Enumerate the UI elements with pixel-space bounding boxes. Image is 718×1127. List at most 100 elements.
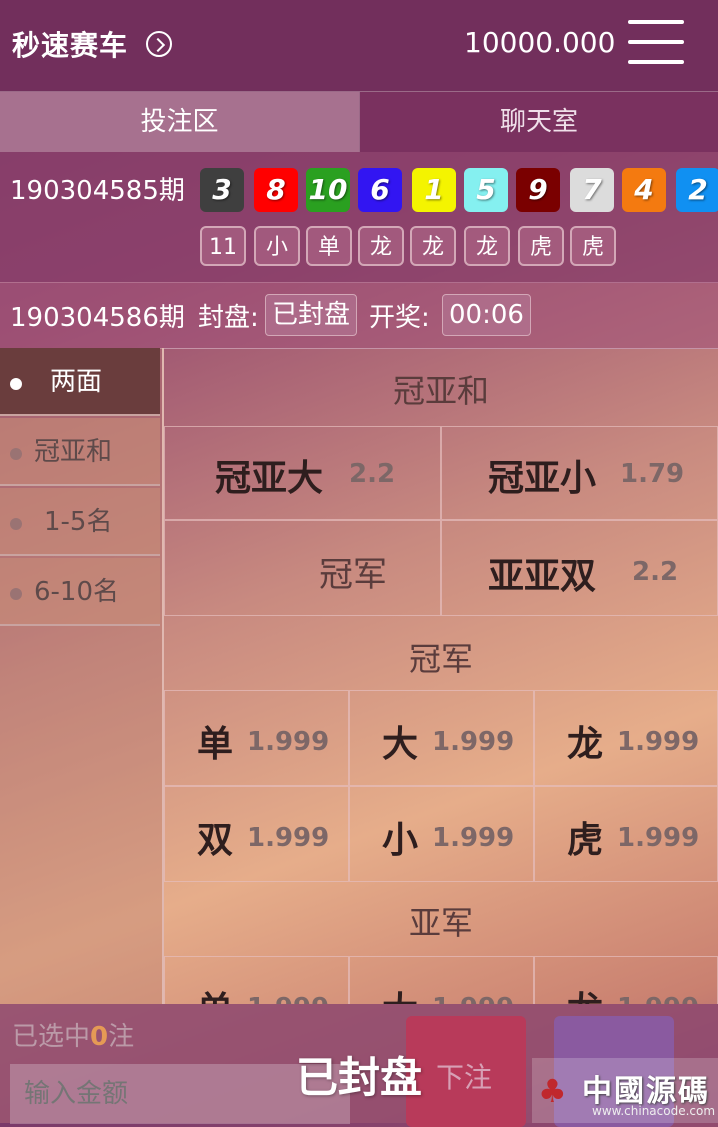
- bet-option-odds: 1.999: [432, 727, 515, 757]
- bet-option[interactable]: 龙 1.999: [534, 690, 718, 786]
- bet-option-label: 龙: [567, 981, 603, 1004]
- app-title: 秒速赛车: [12, 29, 129, 62]
- open-label: 开奖:: [369, 303, 430, 333]
- sidebar-item-rank-6-10[interactable]: 6-10名: [0, 558, 160, 626]
- selected-count: 0: [90, 1022, 109, 1052]
- chevron-right-circle-icon[interactable]: [146, 31, 172, 57]
- bet-option-label: 冠亚大: [215, 458, 324, 499]
- bet-option-label: 小: [382, 820, 419, 861]
- bet-option-odds: 1.79: [620, 459, 685, 489]
- watermark: ♣ 中國源碼 www.chinacode.com: [532, 1058, 718, 1123]
- bet-option-label: 冠军: [319, 555, 387, 595]
- bet-option-label: 大: [382, 724, 419, 765]
- closed-overlay: 已封盘: [296, 1053, 423, 1102]
- bet-option-label: 龙: [567, 724, 604, 765]
- bet-option-label: 单: [197, 724, 234, 765]
- draw-ball: 7: [570, 168, 614, 212]
- seal-status-badge: 已封盘: [265, 294, 358, 336]
- bet-option-odds: 1.999: [432, 823, 515, 853]
- bet-option-odds: 1.999: [617, 823, 700, 853]
- bet-option[interactable]: 冠亚小 1.79: [441, 426, 718, 520]
- seal-label: 封盘:: [198, 303, 259, 333]
- bullet-icon: [10, 448, 22, 460]
- section-title: 冠亚和: [392, 372, 489, 410]
- sidebar-item-two-sides[interactable]: 两面: [0, 348, 160, 416]
- sidebar-item-label: 两面: [50, 367, 103, 397]
- sidebar-item-sum[interactable]: 冠亚和: [0, 418, 160, 486]
- bet-option[interactable]: 冠亚大 2.2: [164, 426, 441, 520]
- bet-option-odds: 1.999: [247, 727, 330, 757]
- result-chip: 龙: [358, 226, 404, 266]
- bullet-icon: [10, 518, 22, 530]
- sidebar-item-label: 6-10名: [34, 577, 120, 607]
- draw-result-chips: 11 小 单 龙 龙 龙 虎 虎: [200, 226, 718, 270]
- bet-option-label: 虎: [567, 820, 604, 861]
- bet-option-odds: 1.999: [617, 993, 699, 1004]
- bet-option-odds: 2.2: [349, 459, 396, 489]
- result-chip: 虎: [570, 226, 616, 266]
- sidebar-item-rank-1-5[interactable]: 1-5名: [0, 488, 160, 556]
- result-chip: 小: [254, 226, 300, 266]
- draw-balls: 3 8 10 6 1 5 9 7 4 2: [200, 168, 718, 214]
- bet-option-label: 单: [197, 981, 233, 1004]
- sidebar-item-label: 冠亚和: [34, 437, 113, 467]
- bet-option[interactable]: 亚亚双 2.2: [441, 520, 718, 616]
- bet-option-label: 冠亚小: [488, 458, 597, 499]
- draw-ball: 9: [516, 168, 560, 212]
- bet-option[interactable]: 大 1.999: [349, 956, 534, 1004]
- place-bet-label: 下注: [436, 1061, 493, 1094]
- draw-ball: 2: [676, 168, 718, 212]
- result-chip: 龙: [410, 226, 456, 266]
- last-draw-period: 190304585期: [10, 176, 185, 206]
- result-chip: 单: [306, 226, 352, 266]
- bet-option[interactable]: 单 1.999: [164, 956, 349, 1004]
- bullet-icon: [10, 378, 22, 390]
- watermark-url: www.chinacode.com: [592, 1104, 716, 1118]
- result-chip: 虎: [518, 226, 564, 266]
- play-type-sidebar: 两面 冠亚和 1-5名 6-10名: [0, 348, 164, 1004]
- tab-betting[interactable]: 投注区: [0, 92, 359, 152]
- bet-option[interactable]: 单 1.999: [164, 690, 349, 786]
- main-tabs: 投注区 聊天室: [0, 92, 718, 152]
- tab-chatroom[interactable]: 聊天室: [359, 92, 718, 152]
- section-title: 亚军: [408, 904, 473, 942]
- bet-option-odds: 1.999: [247, 823, 330, 853]
- sidebar-item-label: 1-5名: [44, 507, 113, 537]
- draw-ball: 4: [622, 168, 666, 212]
- account-balance: 10000.000: [464, 26, 616, 59]
- last-draw-result: 190304585期 3 8 10 6 1 5 9 7 4 2 11 小 单 龙…: [0, 152, 718, 283]
- countdown-timer: 00:06: [442, 294, 531, 336]
- bet-option-odds: 1.999: [617, 727, 700, 757]
- section-title: 冠军: [408, 640, 473, 678]
- selected-count-text: 已选中0注: [12, 1016, 134, 1053]
- next-draw-bar: 190304586期 封盘: 已封盘 开奖: 00:06: [0, 282, 718, 349]
- draw-ball: 3: [200, 168, 244, 212]
- bet-option[interactable]: 大 1.999: [349, 690, 534, 786]
- logo-icon: ♣: [538, 1072, 567, 1110]
- bullet-icon: [10, 588, 22, 600]
- bet-option-label: 大: [382, 981, 418, 1004]
- header-bar: 秒速赛车 10000.000: [0, 0, 718, 92]
- bet-option-odds: 2.2: [632, 557, 679, 587]
- betting-content: 冠亚和 冠亚大 2.2 冠亚小 1.79 冠军 亚亚双 2.2 冠军 单 1.9…: [164, 348, 718, 1004]
- draw-ball: 6: [358, 168, 402, 212]
- result-chip: 龙: [464, 226, 510, 266]
- bet-option[interactable]: 虎 1.999: [534, 786, 718, 882]
- bet-option-odds: 1.999: [432, 993, 514, 1004]
- bet-option[interactable]: 冠军: [164, 520, 441, 616]
- selected-prefix: 已选中: [12, 1022, 91, 1052]
- bet-option[interactable]: 双 1.999: [164, 786, 349, 882]
- menu-icon[interactable]: [628, 18, 684, 66]
- draw-ball: 5: [464, 168, 508, 212]
- draw-ball: 8: [254, 168, 298, 212]
- result-chip: 11: [200, 226, 246, 266]
- next-draw-period: 190304586期: [10, 303, 185, 333]
- draw-ball: 10: [306, 168, 350, 212]
- bet-option-odds: 1.999: [247, 993, 329, 1004]
- selected-suffix: 注: [108, 1022, 135, 1052]
- bet-option[interactable]: 小 1.999: [349, 786, 534, 882]
- draw-ball: 1: [412, 168, 456, 212]
- bet-option[interactable]: 龙 1.999: [534, 956, 718, 1004]
- bet-option-label: 亚亚双: [488, 556, 597, 597]
- bet-option-label: 双: [197, 820, 234, 861]
